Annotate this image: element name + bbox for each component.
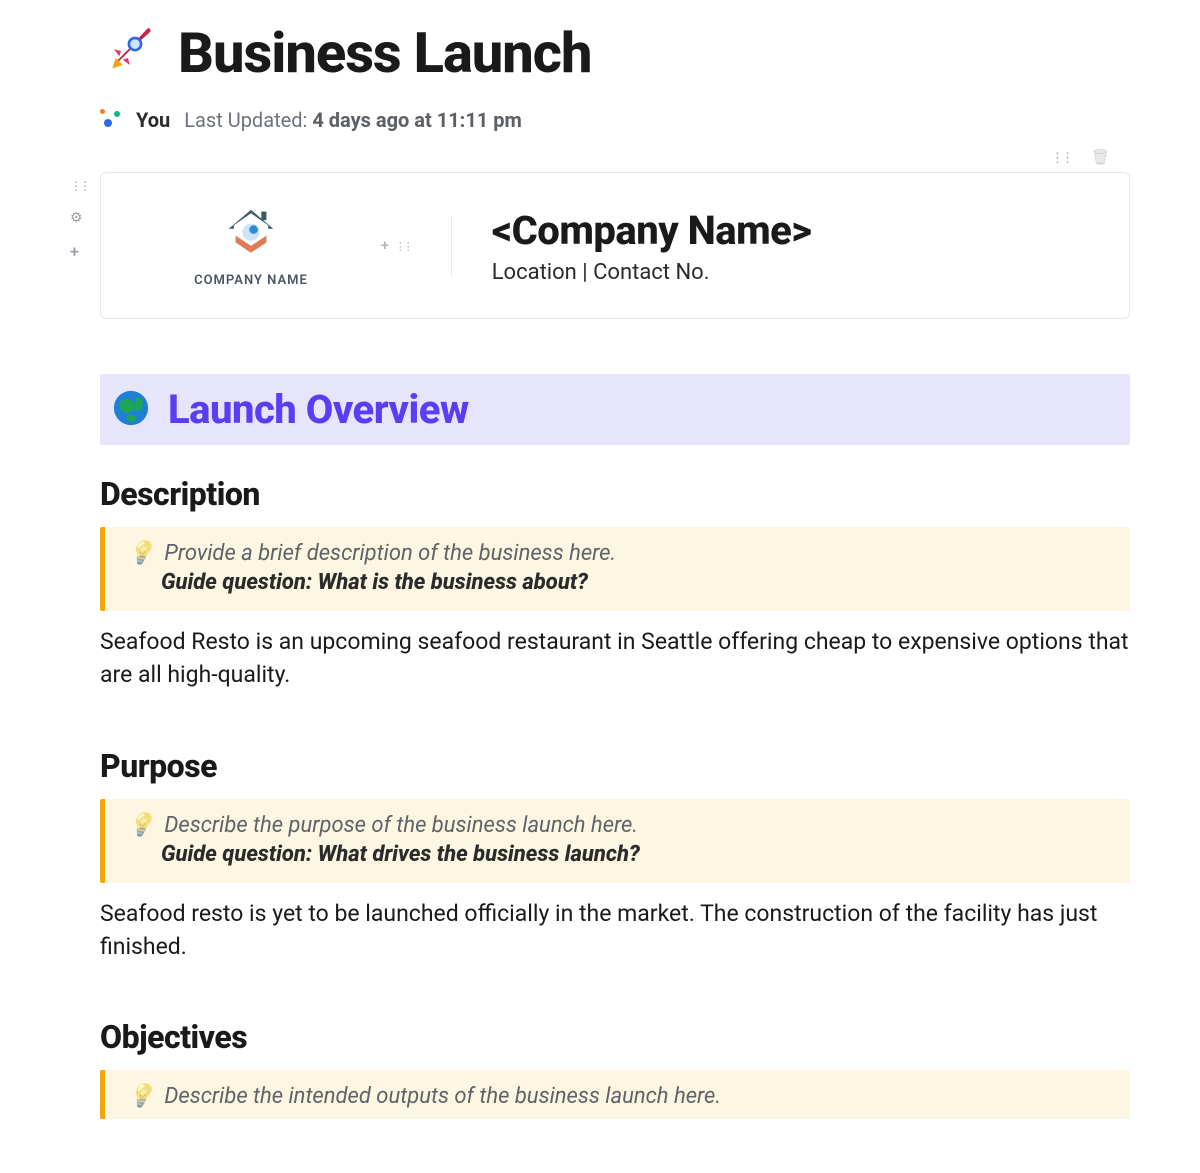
plus-icon [381, 238, 389, 254]
rocket-icon [100, 23, 156, 83]
section-description: Description 💡 Provide a brief descriptio… [100, 475, 1130, 692]
objectives-heading: Objectives [100, 1018, 1130, 1056]
trash-icon[interactable] [1091, 147, 1110, 166]
last-updated: Last Updated: 4 days ago at 11:11 pm [184, 108, 522, 132]
add-block-icon[interactable] [70, 242, 88, 261]
section-purpose: Purpose 💡 Describe the purpose of the bu… [100, 747, 1130, 964]
company-card[interactable]: COMPANY NAME <Company Name> Location | C… [100, 172, 1130, 319]
block-side-tools [70, 178, 88, 261]
description-guide-question: Guide question: What is the business abo… [127, 570, 1112, 595]
objectives-callout[interactable]: 💡 Describe the intended outputs of the b… [100, 1070, 1130, 1119]
section-objectives: Objectives 💡 Describe the intended outpu… [100, 1018, 1130, 1119]
company-subline[interactable]: Location | Contact No. [492, 260, 812, 285]
purpose-hint: Describe the purpose of the business lau… [164, 813, 638, 838]
author-label[interactable]: You [136, 108, 170, 132]
doc-title[interactable]: Business Launch [178, 20, 591, 86]
company-name-field[interactable]: <Company Name> [492, 207, 812, 254]
doc-title-row: Business Launch [100, 20, 1130, 86]
purpose-callout[interactable]: 💡 Describe the purpose of the business l… [100, 799, 1130, 883]
insert-column-handle[interactable] [381, 238, 411, 254]
globe-icon [112, 389, 150, 431]
drag-handle-icon[interactable] [70, 178, 88, 194]
lightbulb-icon: 💡 [127, 813, 154, 838]
description-body[interactable]: Seafood Resto is an upcoming seafood res… [100, 625, 1130, 692]
purpose-heading: Purpose [100, 747, 1130, 785]
company-logo[interactable]: COMPANY NAME [161, 203, 341, 288]
doc-meta-row: You Last Updated: 4 days ago at 11:11 pm [100, 108, 1130, 132]
block-top-tools [1051, 147, 1110, 166]
description-heading: Description [100, 475, 1130, 513]
lightbulb-icon: 💡 [127, 1084, 154, 1109]
gear-icon[interactable] [70, 210, 88, 226]
vertical-divider [451, 216, 452, 276]
company-logo-caption: COMPANY NAME [161, 273, 341, 288]
description-hint: Provide a brief description of the busin… [164, 541, 616, 566]
drag-dots-icon [395, 238, 411, 254]
launch-overview-banner: Launch Overview [100, 374, 1130, 445]
purpose-body[interactable]: Seafood resto is yet to be launched offi… [100, 897, 1130, 964]
purpose-guide-question: Guide question: What drives the business… [127, 842, 1112, 867]
objectives-hint: Describe the intended outputs of the bus… [164, 1084, 721, 1109]
launch-overview-title: Launch Overview [168, 386, 469, 433]
description-callout[interactable]: 💡 Provide a brief description of the bus… [100, 527, 1130, 611]
lightbulb-icon: 💡 [127, 541, 154, 566]
drag-handle-icon[interactable] [1051, 147, 1071, 166]
author-avatar-icon [100, 109, 122, 131]
